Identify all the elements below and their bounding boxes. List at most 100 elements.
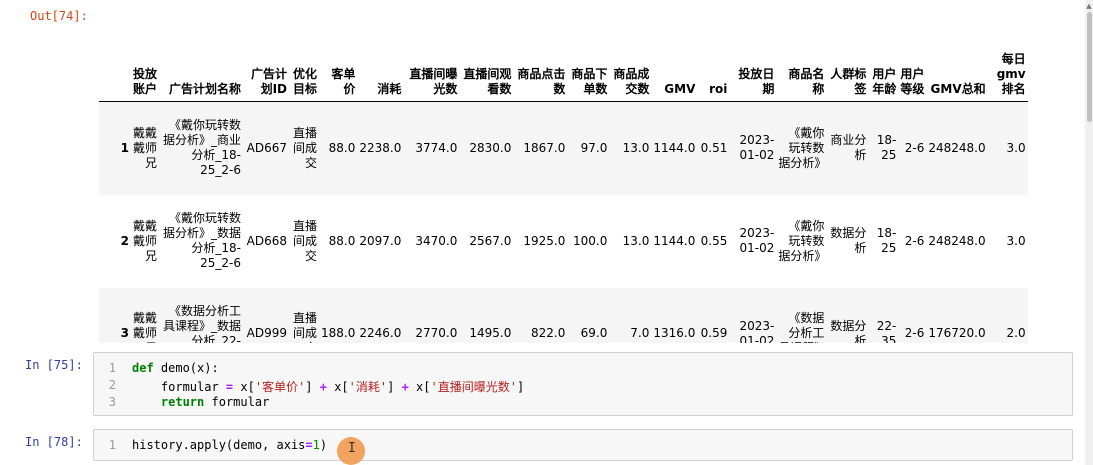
column-header: 商品名称 — [776, 22, 827, 102]
table-cell: 商业分析 — [830, 133, 867, 163]
code-text: x[ — [408, 380, 431, 394]
table-cell: 2023-01-02 — [739, 226, 775, 255]
column-header: 客单价 — [319, 22, 358, 102]
table-cell: 2246.0 — [359, 326, 402, 340]
table-cell: 1144.0 — [653, 233, 696, 248]
operator: + — [319, 380, 327, 394]
input-prompt-75: In [75]: — [25, 358, 83, 372]
table-cell: 3774.0 — [415, 140, 458, 155]
column-header: 商品下单数 — [567, 22, 610, 102]
table-cell: AD999 — [246, 326, 287, 340]
table-row: 2 戴戴戴师兄 《戴你玩转数据分析》_数据分析_18-25_2-6 AD668 直播间成… — [99, 195, 1028, 288]
table-cell: 3.0 — [1006, 233, 1026, 248]
table-cell: 2567.0 — [469, 233, 512, 248]
column-header — [99, 22, 131, 102]
table-cell: 戴戴戴师兄 — [133, 311, 158, 343]
table-cell: 69.0 — [580, 326, 608, 340]
scroll-up-arrow-icon[interactable]: ▲ — [1085, 2, 1093, 10]
code-editor-78[interactable]: 1 history.apply(demo, axis=1) — [93, 429, 1073, 461]
table-cell: AD668 — [246, 233, 287, 248]
table-cell: 7.0 — [630, 326, 650, 340]
table-cell: 《戴你玩转数据分析》_商业分析_18-25_2-6 — [162, 118, 241, 178]
column-header: 广告计划名称 — [159, 22, 243, 102]
column-header: 优化目标 — [289, 22, 319, 102]
table-cell: 直播间成交 — [292, 311, 317, 343]
column-header: 人群标签 — [826, 22, 869, 102]
table-cell: 1316.0 — [653, 326, 696, 340]
keyword: def — [132, 361, 154, 375]
code-line-2: formular = x['客单价'] + x['消耗'] + x['直播间曝光… — [132, 378, 524, 395]
row-index: 3 — [120, 326, 129, 340]
table-cell: 3.0 — [1006, 140, 1026, 155]
text-cursor-icon: I — [348, 441, 356, 456]
table-cell: 22-35 — [876, 318, 897, 344]
table-cell: 1925.0 — [523, 233, 566, 248]
code-cell-78[interactable]: In [78]: 1 history.apply(demo, axis=1) — [0, 425, 1085, 465]
line-number: 1 — [108, 438, 116, 452]
dataframe-output[interactable]: 投放账户 广告计划名称 广告计划ID 优化目标 客单价 消耗 直播间曝光数 直播间观看数 商品点… — [99, 22, 1071, 343]
code-line-1: def demo(x): — [132, 361, 219, 375]
table-cell: 直播间成交 — [292, 218, 317, 263]
column-header: 投放账户 — [131, 22, 159, 102]
table-cell: 数据分析 — [830, 318, 867, 344]
table-cell: 88.0 — [328, 233, 356, 248]
row-index: 1 — [120, 140, 129, 155]
input-prompt-78: In [78]: — [25, 435, 83, 449]
column-header: roi — [697, 22, 730, 102]
column-header: 直播间观看数 — [459, 22, 514, 102]
keyword: return — [160, 395, 205, 409]
column-header: GMV — [651, 22, 698, 102]
table-cell: 《数据分析工具课程》 — [778, 311, 826, 343]
table-cell: 100.0 — [573, 233, 608, 248]
line-gutter: 1 2 3 — [94, 353, 122, 415]
table-cell: 248248.0 — [928, 233, 986, 248]
table-cell: 822.0 — [531, 326, 566, 340]
table-cell: 2097.0 — [359, 233, 402, 248]
operator: + — [401, 380, 409, 394]
table-cell: 0.59 — [700, 326, 728, 340]
table-cell: 18-25 — [876, 226, 897, 255]
table-cell: 2.0 — [1006, 326, 1026, 340]
table-cell: AD667 — [246, 140, 287, 155]
output-prompt: Out[74]: — [30, 9, 88, 23]
code-text: ] — [516, 380, 525, 394]
table-cell: 248248.0 — [928, 140, 986, 155]
table-cell: 1144.0 — [653, 140, 696, 155]
table-cell: 188.0 — [321, 326, 356, 340]
code-text: x[ — [326, 380, 349, 394]
line-number: 1 — [108, 361, 116, 375]
table-cell: 2-6 — [904, 326, 925, 340]
output-cell: Out[74]: 投放账户 广告计划名称 广告计划ID 优化目标 客单价 消耗 直播间曝光数… — [0, 0, 1085, 343]
table-cell: 176720.0 — [928, 326, 986, 340]
table-cell: 13.0 — [622, 233, 650, 248]
table-cell: 18-25 — [876, 133, 897, 163]
code-text: formular — [132, 380, 226, 394]
column-header: GMV总和 — [926, 22, 988, 102]
table-cell: 2023-01-02 — [739, 133, 775, 163]
table-header-row: 投放账户 广告计划名称 广告计划ID 优化目标 客单价 消耗 直播间曝光数 直播间观看数 商品点… — [99, 22, 1028, 102]
table-cell: 直播间成交 — [292, 125, 317, 170]
row-index: 2 — [120, 233, 129, 248]
column-header: 每日gmv排名 — [987, 22, 1028, 102]
code-text: formular — [204, 395, 270, 409]
column-header: 广告计划ID — [243, 22, 289, 102]
table-cell: 《戴你玩转数据分析》 — [778, 125, 827, 170]
line-number: 3 — [108, 395, 116, 409]
table-cell: 3470.0 — [415, 233, 458, 248]
operator: = — [305, 438, 313, 452]
table-row: 3 戴戴戴师兄《数据分析工具课程》_数据分析_22-35_2-6 AD999 直播间成… — [99, 287, 1028, 344]
code-text: ) — [319, 438, 328, 452]
column-header: 商品点击数 — [513, 22, 568, 102]
table-cell: 《戴你玩转数据分析》 — [778, 218, 827, 263]
table-cell: 戴戴戴师兄 — [133, 125, 158, 170]
code-cell-75[interactable]: In [75]: 1 2 3 def demo(x): formular = x… — [0, 350, 1085, 420]
table-cell: 0.51 — [700, 140, 728, 155]
table-cell: 2770.0 — [415, 326, 458, 340]
table-cell: 0.55 — [700, 233, 728, 248]
code-editor-75[interactable]: 1 2 3 def demo(x): formular = x['客单价'] +… — [93, 352, 1073, 416]
code-text: ] — [387, 380, 402, 394]
table-cell: 2-6 — [904, 233, 925, 248]
table-cell: 2238.0 — [359, 140, 402, 155]
code-text: .apply(demo, axis — [182, 438, 306, 452]
scrollbar-thumb[interactable] — [1087, 12, 1092, 122]
